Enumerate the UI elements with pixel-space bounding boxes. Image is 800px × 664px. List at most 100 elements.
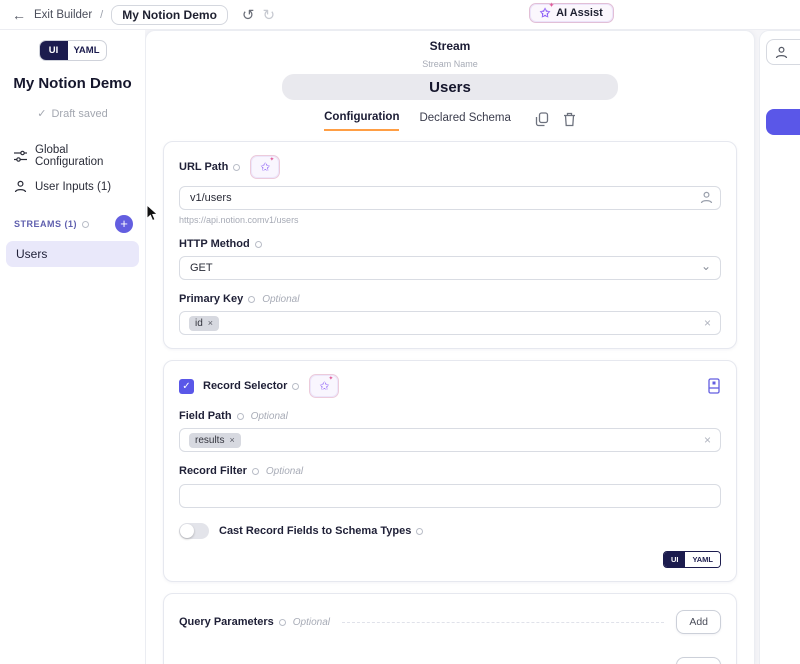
trash-icon[interactable] xyxy=(563,112,576,127)
ui-yaml-toggle[interactable]: UI YAML xyxy=(39,40,107,61)
clear-field-icon[interactable]: × xyxy=(704,316,711,330)
info-icon[interactable] xyxy=(248,296,255,303)
testing-values-button[interactable] xyxy=(766,39,800,65)
stream-panel-title: Stream xyxy=(146,39,754,53)
ai-suggest-button[interactable]: ✩✦ xyxy=(309,374,339,398)
url-preview-text: https://api.notion.comv1/users xyxy=(179,215,721,225)
person-icon xyxy=(14,180,27,193)
toggle-knob xyxy=(180,524,194,538)
stream-name-label: Stream Name xyxy=(146,59,754,69)
info-icon[interactable] xyxy=(233,164,240,171)
sidebar-item-label: Global Configuration xyxy=(35,144,131,168)
optional-badge: Optional xyxy=(293,617,330,628)
record-selector-checkbox[interactable]: ✓ xyxy=(179,379,194,394)
mouse-cursor xyxy=(146,204,159,222)
config-cards: URL Path ✩✦ https://api.notion.comv1/use… xyxy=(146,131,754,664)
person-icon xyxy=(775,46,788,59)
sidebar-nav: Global Configuration User Inputs (1) xyxy=(0,138,145,199)
optional-badge: Optional xyxy=(251,411,288,422)
record-filter-label: Record Filter xyxy=(179,465,247,477)
ai-suggest-button[interactable]: ✩✦ xyxy=(250,155,280,179)
record-selector-card: ✓ Record Selector ✩✦ Field Path Optional xyxy=(163,360,737,582)
stream-config-panel: Stream Stream Name Configuration Declare… xyxy=(145,30,755,664)
toggle-yaml[interactable]: YAML xyxy=(685,552,720,567)
http-method-select[interactable]: GET ⌄ xyxy=(179,256,721,280)
query-parameters-row: Query Parameters Optional Add xyxy=(179,610,721,634)
content-area: UI YAML My Notion Demo ✓Draft saved Glob… xyxy=(0,30,800,664)
add-request-header-button[interactable]: Add xyxy=(676,657,721,664)
tab-configuration[interactable]: Configuration xyxy=(324,111,399,131)
info-icon[interactable] xyxy=(82,221,89,228)
back-arrow-icon[interactable]: ← xyxy=(12,7,26,23)
sidebar-item-label: User Inputs (1) xyxy=(35,181,111,193)
stream-name-input[interactable] xyxy=(282,74,618,100)
optional-badge: Optional xyxy=(266,466,303,477)
info-icon[interactable] xyxy=(252,468,259,475)
top-bar: ← Exit Builder / My Notion Demo ↺ ↻ ✩✦ A… xyxy=(0,0,800,30)
test-stream-button[interactable] xyxy=(766,109,800,135)
clear-field-icon[interactable]: × xyxy=(704,433,711,447)
http-method-value: GET xyxy=(190,262,213,274)
field-path-tag-input[interactable]: results × × xyxy=(179,428,721,452)
remove-tag-icon[interactable]: × xyxy=(208,318,213,328)
url-path-label: URL Path xyxy=(179,161,228,173)
docs-icon[interactable] xyxy=(707,378,721,394)
request-parameters-card: Query Parameters Optional Add Request He… xyxy=(163,593,737,664)
chevron-down-icon: ⌄ xyxy=(701,259,711,273)
info-icon[interactable] xyxy=(279,619,286,626)
tab-declared-schema[interactable]: Declared Schema xyxy=(419,112,510,130)
toggle-ui[interactable]: UI xyxy=(664,552,686,567)
undo-icon[interactable]: ↺ xyxy=(242,6,255,24)
info-icon[interactable] xyxy=(292,383,299,390)
copy-icon[interactable] xyxy=(535,112,549,127)
primary-key-tag-input[interactable]: id × × xyxy=(179,311,721,335)
record-selector-label: Record Selector xyxy=(203,380,287,392)
query-parameters-label: Query Parameters xyxy=(179,616,274,628)
primary-key-label: Primary Key xyxy=(179,293,243,305)
sliders-icon xyxy=(14,150,27,163)
ai-assist-label: AI Assist xyxy=(556,7,603,19)
info-icon[interactable] xyxy=(416,528,423,535)
card-ui-yaml-toggle[interactable]: UI YAML xyxy=(663,551,721,568)
toggle-yaml[interactable]: YAML xyxy=(68,41,106,60)
http-method-label: HTTP Method xyxy=(179,238,250,250)
sparkle-star-icon: ✩✦ xyxy=(260,161,270,173)
breadcrumb-separator: / xyxy=(100,9,103,21)
stream-tabs: Configuration Declared Schema xyxy=(146,111,754,131)
divider xyxy=(342,622,664,623)
streams-header-row: STREAMS (1) + xyxy=(0,215,145,233)
cast-fields-label: Cast Record Fields to Schema Types xyxy=(219,525,411,537)
streams-header-label: STREAMS (1) xyxy=(14,219,77,229)
tag-chip-results[interactable]: results × xyxy=(189,433,241,448)
info-icon[interactable] xyxy=(237,413,244,420)
sparkle-star-icon: ✩✦ xyxy=(319,380,329,392)
add-stream-button[interactable]: + xyxy=(115,215,133,233)
sidebar-item-user-inputs[interactable]: User Inputs (1) xyxy=(0,174,145,199)
stream-list-item-users[interactable]: Users xyxy=(6,241,139,267)
exit-builder-link[interactable]: Exit Builder xyxy=(34,9,92,21)
record-filter-input[interactable] xyxy=(179,484,721,508)
redo-icon: ↻ xyxy=(262,6,275,24)
url-path-input[interactable] xyxy=(179,186,721,210)
check-icon: ✓ xyxy=(37,108,46,120)
testing-panel-edge xyxy=(759,30,800,664)
toggle-ui[interactable]: UI xyxy=(40,41,68,60)
request-headers-row: Request Headers Optional Add xyxy=(179,657,721,664)
user-variable-icon[interactable] xyxy=(700,191,713,204)
tag-chip-id[interactable]: id × xyxy=(189,316,219,331)
request-options-card: URL Path ✩✦ https://api.notion.comv1/use… xyxy=(163,141,737,349)
info-icon[interactable] xyxy=(255,241,262,248)
cast-fields-toggle[interactable] xyxy=(179,523,209,539)
sparkle-star-icon: ✩✦ xyxy=(540,7,550,19)
field-path-label: Field Path xyxy=(179,410,232,422)
ai-assist-button[interactable]: ✩✦ AI Assist xyxy=(529,3,614,23)
add-query-parameter-button[interactable]: Add xyxy=(676,610,721,634)
project-name-field[interactable]: My Notion Demo xyxy=(111,5,228,25)
builder-sidebar: UI YAML My Notion Demo ✓Draft saved Glob… xyxy=(0,30,145,664)
optional-badge: Optional xyxy=(262,294,299,305)
remove-tag-icon[interactable]: × xyxy=(229,435,234,445)
stream-action-icons xyxy=(535,112,576,131)
connector-title: My Notion Demo xyxy=(0,75,145,92)
draft-status: ✓Draft saved xyxy=(0,107,145,120)
sidebar-item-global-configuration[interactable]: Global Configuration xyxy=(0,138,145,174)
